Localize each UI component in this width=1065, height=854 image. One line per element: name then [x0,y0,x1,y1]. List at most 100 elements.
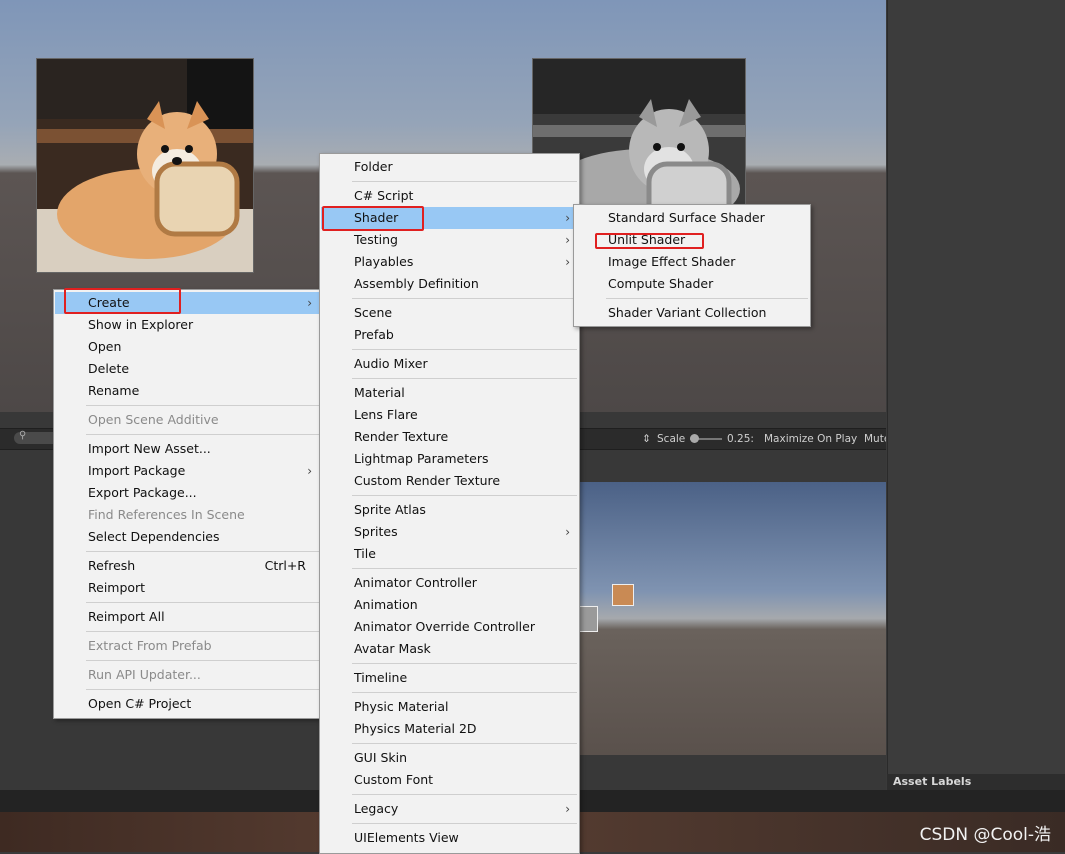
menu-item-label: Assembly Definition [354,276,479,291]
watermark: CSDN @Cool-浩 [919,825,1051,845]
menu-separator [86,689,319,690]
menu-item-scene[interactable]: Scene [321,302,578,324]
menu-item-avatar-mask[interactable]: Avatar Mask [321,638,578,660]
menu-separator [86,631,319,632]
menu-item-material[interactable]: Material [321,382,578,404]
dog-thumbnail-gray [578,606,598,632]
menu-item-label: Image Effect Shader [608,254,736,269]
menu-item-open[interactable]: Open [55,336,320,358]
menu-separator [86,602,319,603]
menu-item-custom-font[interactable]: Custom Font [321,769,578,791]
menu-separator [352,663,577,664]
menu-item-label: Timeline [354,670,408,685]
menu-item-label: Import Package [88,463,186,478]
menu-item-label: Animation [354,597,418,612]
menu-separator [352,823,577,824]
resolution-dropdown-icon[interactable]: ⇕ [642,431,651,447]
menu-item-label: UIElements View [354,830,459,845]
menu-separator [352,495,577,496]
menu-item-physics-material-2d[interactable]: Physics Material 2D [321,718,578,740]
menu-item-standard-surface-shader[interactable]: Standard Surface Shader [575,207,809,229]
game-view[interactable] [578,482,886,755]
menu-separator [352,378,577,379]
chevron-right-icon: › [565,233,570,247]
chevron-right-icon: › [565,525,570,539]
menu-item-label: Sprite Atlas [354,502,426,517]
menu-item-physic-material[interactable]: Physic Material [321,696,578,718]
menu-item-label: Sprites [354,524,398,539]
menu-item-find-references-in-scene[interactable]: Find References In Scene [55,504,320,526]
maximize-on-play-button[interactable]: Maximize On Play [764,431,857,447]
menu-item-label: Physics Material 2D [354,721,477,736]
menu-item-sprite-atlas[interactable]: Sprite Atlas [321,499,578,521]
menu-item-testing[interactable]: Testing › [321,229,578,251]
menu-item-compute-shader[interactable]: Compute Shader [575,273,809,295]
menu-separator [86,434,319,435]
menu-item-run-api-updater[interactable]: Run API Updater... [55,664,320,686]
menu-item-label: Custom Font [354,772,434,787]
menu-item-label: Lightmap Parameters [354,451,489,466]
menu-item-shader-variant-collection[interactable]: Shader Variant Collection [575,302,809,324]
menu-item-open-scene-additive[interactable]: Open Scene Additive [55,409,320,431]
menu-item-rename[interactable]: Rename [55,380,320,402]
menu-item-refresh[interactable]: Refresh Ctrl+R [55,555,320,577]
menu-item-label: Prefab [354,327,394,342]
scale-slider[interactable] [690,434,722,443]
menu-item-extract-from-prefab[interactable]: Extract From Prefab [55,635,320,657]
menu-item-audio-mixer[interactable]: Audio Mixer [321,353,578,375]
game-view-toolbar: ⇕ Scale 0.25: Maximize On Play Mute [578,431,886,447]
menu-item-legacy[interactable]: Legacy › [321,798,578,820]
menu-item-custom-render-texture[interactable]: Custom Render Texture [321,470,578,492]
search-icon: ⚲ [19,430,27,441]
menu-item-label: Avatar Mask [354,641,431,656]
menu-item-uielements-view[interactable]: UIElements View [321,827,578,849]
menu-item-c-script[interactable]: C# Script [321,185,578,207]
menu-item-delete[interactable]: Delete [55,358,320,380]
menu-item-import-new-asset[interactable]: Import New Asset... [55,438,320,460]
menu-item-import-package[interactable]: Import Package › [55,460,320,482]
menu-item-animator-controller[interactable]: Animator Controller [321,572,578,594]
menu-separator [86,405,319,406]
menu-separator [352,181,577,182]
menu-item-lens-flare[interactable]: Lens Flare [321,404,578,426]
chevron-right-icon: › [307,464,312,478]
create-submenu: Folder C# Script Shader › Testing › Playables ›… [319,153,580,854]
menu-item-label: Import New Asset... [88,441,211,456]
menu-item-sprites[interactable]: Sprites › [321,521,578,543]
menu-separator [352,349,577,350]
menu-item-timeline[interactable]: Timeline [321,667,578,689]
menu-item-label: Legacy [354,801,399,816]
menu-item-playables[interactable]: Playables › [321,251,578,273]
menu-item-label: Find References In Scene [88,507,245,522]
menu-item-select-dependencies[interactable]: Select Dependencies [55,526,320,548]
menu-separator [352,743,577,744]
scale-label: Scale [657,433,686,445]
menu-item-label: Compute Shader [608,276,714,291]
menu-item-reimport-all[interactable]: Reimport All [55,606,320,628]
menu-item-folder[interactable]: Folder [321,156,578,178]
inspector-panel [887,0,1065,790]
menu-item-label: Playables [354,254,414,269]
menu-item-label: C# Script [354,188,414,203]
menu-item-show-in-explorer[interactable]: Show in Explorer [55,314,320,336]
mute-button[interactable]: Mute [864,431,886,447]
menu-item-assembly-definition[interactable]: Assembly Definition [321,273,578,295]
menu-item-label: Standard Surface Shader [608,210,765,225]
menu-item-gui-skin[interactable]: GUI Skin [321,747,578,769]
menu-item-lightmap-parameters[interactable]: Lightmap Parameters [321,448,578,470]
menu-item-animator-override-controller[interactable]: Animator Override Controller [321,616,578,638]
menu-item-prefab[interactable]: Prefab [321,324,578,346]
menu-item-image-effect-shader[interactable]: Image Effect Shader [575,251,809,273]
menu-item-render-texture[interactable]: Render Texture [321,426,578,448]
scale-slider-thumb[interactable] [690,434,699,443]
menu-item-label: Open Scene Additive [88,412,219,427]
menu-item-animation[interactable]: Animation [321,594,578,616]
color-dog-image [36,58,254,273]
menu-item-open-c-project[interactable]: Open C# Project [55,693,320,715]
menu-item-reimport[interactable]: Reimport [55,577,320,599]
menu-item-label: Run API Updater... [88,667,201,682]
menu-item-export-package[interactable]: Export Package... [55,482,320,504]
menu-item-tile[interactable]: Tile [321,543,578,565]
asset-labels-header[interactable]: Asset Labels [887,774,1065,790]
menu-item-label: Export Package... [88,485,197,500]
